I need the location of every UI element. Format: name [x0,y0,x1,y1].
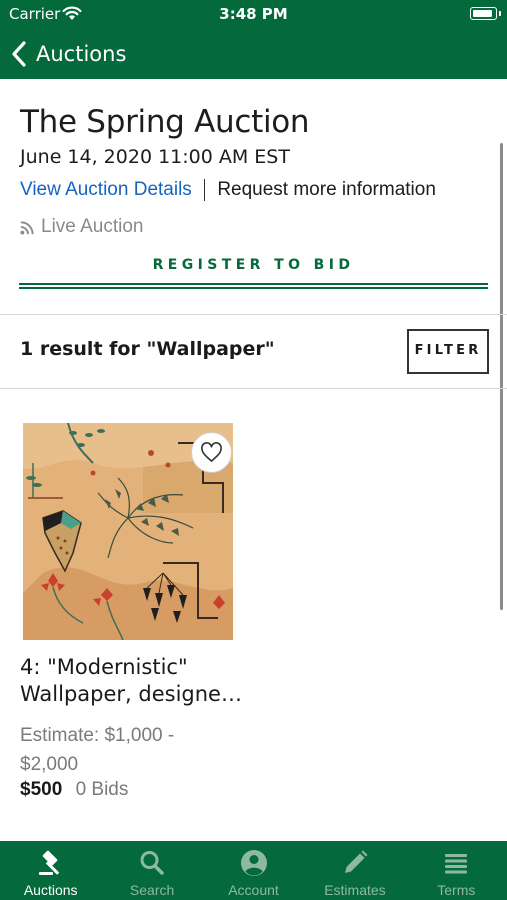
back-button-label: Auctions [36,42,127,66]
register-to-bid-label: REGISTER TO BID [152,257,355,273]
filter-button-label: FILTER [414,343,482,358]
register-to-bid-button[interactable]: REGISTER TO BID [19,249,488,289]
live-auction-label: Live Auction [41,216,144,237]
pencil-icon [344,850,368,873]
rss-icon [20,220,34,235]
tab-label: Account [228,882,279,898]
scroll-indicator[interactable] [500,143,503,610]
divider [0,314,507,315]
tab-estimates[interactable]: Estimates [304,841,405,900]
heart-icon [201,442,222,462]
tab-label: Estimates [324,882,386,898]
auction-links: View Auction Details Request more inform… [20,179,436,201]
favorite-button[interactable] [191,432,232,473]
divider [0,388,507,389]
search-icon [140,851,164,875]
tab-label: Terms [437,882,476,898]
lot-image[interactable] [23,423,233,640]
filter-button[interactable]: FILTER [407,329,489,374]
battery-level [473,10,492,17]
auction-date: June 14, 2020 11:00 AM EST [20,146,290,168]
lot-estimate-line: $2,000 [20,754,79,775]
view-auction-details-link[interactable]: View Auction Details [20,179,192,201]
tab-auctions[interactable]: Auctions [0,841,101,900]
results-summary: 1 result for "Wallpaper" [20,338,275,360]
list-icon [445,854,468,874]
battery-icon [470,7,501,20]
request-info-link[interactable]: Request more information [217,179,436,201]
lot-estimate: Estimate: $1,000 - $2,000 [20,721,210,779]
back-button[interactable]: Auctions [10,38,126,70]
lot-price-row: $500 0 Bids [20,779,128,801]
navigation-bar: Auctions [0,30,507,79]
status-time: 3:48 PM [219,5,288,23]
tab-label: Auctions [23,882,78,898]
lot-title[interactable]: 4: "Modernistic" Wallpaper, designe… [20,654,250,708]
tab-terms[interactable]: Terms [406,841,507,900]
chevron-left-icon [12,41,26,67]
status-bar: Carrier 3:48 PM [0,0,507,30]
lot-bid-count: 0 Bids [75,779,129,800]
auction-title: The Spring Auction [20,104,310,140]
lot-card[interactable]: 4: "Modernistic" Wallpaper, designe… Est… [20,422,242,802]
gavel-icon [38,850,59,875]
link-divider [203,179,206,201]
live-auction-indicator: Live Auction [20,216,143,238]
lot-current-price: $500 [20,779,63,800]
lot-title-line: 4: "Modernistic" [20,655,188,679]
tab-search[interactable]: Search [101,841,202,900]
tab-account[interactable]: Account [203,841,304,900]
tab-label: Search [129,882,175,898]
tab-bar: Auctions Search Account Estimates Terms [0,841,507,900]
lot-title-line: Wallpaper, designe… [20,682,242,706]
lot-estimate-line: Estimate: $1,000 - [20,725,175,746]
auction-content[interactable]: The Spring Auction June 14, 2020 11:00 A… [0,79,507,841]
account-icon [240,850,267,876]
